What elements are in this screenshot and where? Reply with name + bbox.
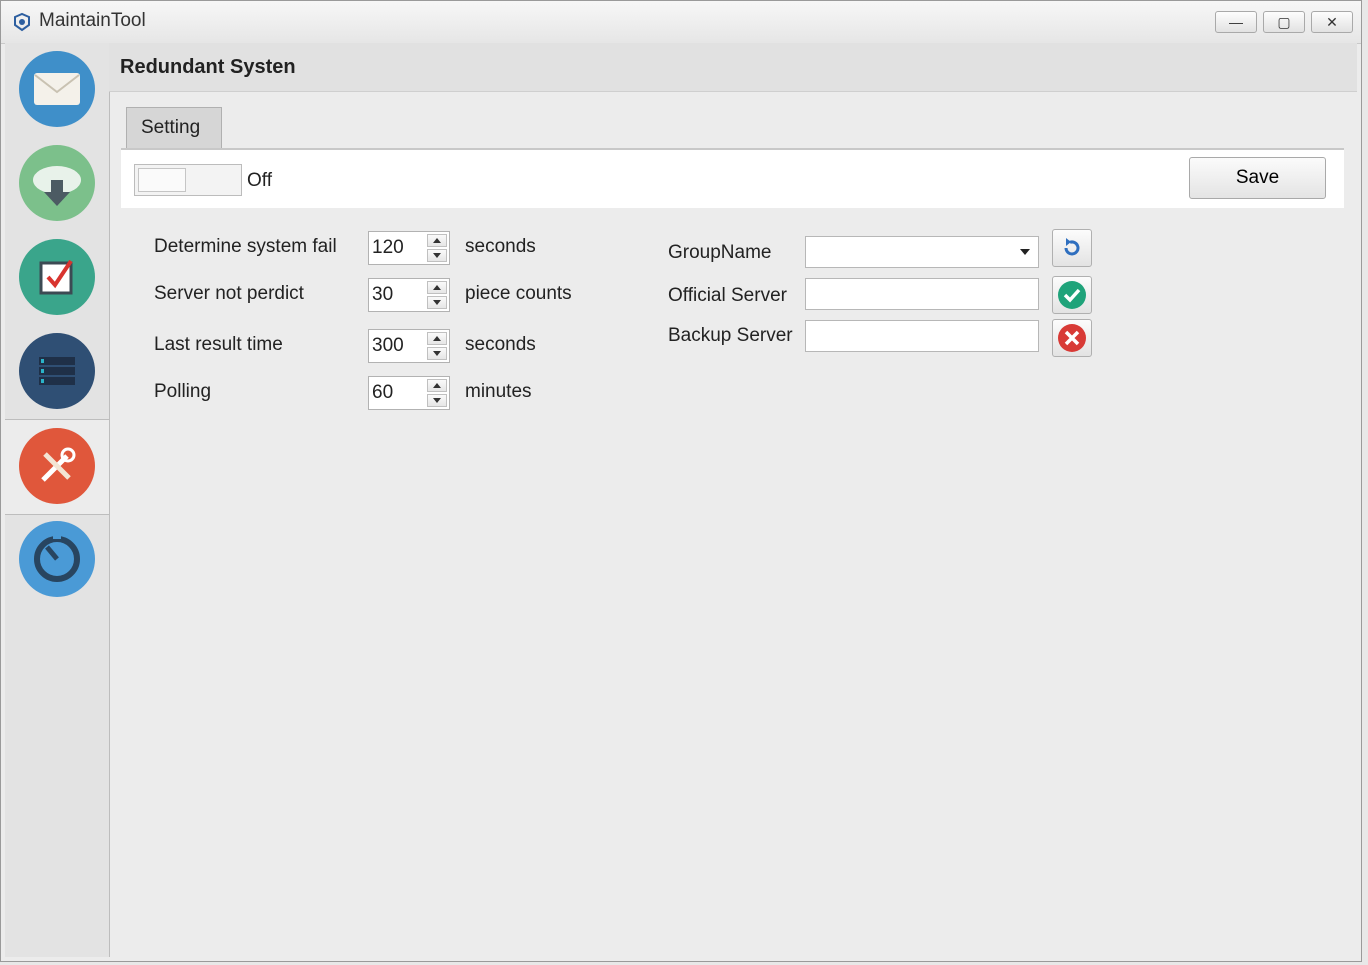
redundancy-toggle[interactable]	[134, 164, 242, 196]
label-official-server: Official Server	[668, 285, 787, 306]
increment-button[interactable]	[427, 379, 447, 392]
close-icon: ✕	[1326, 13, 1338, 30]
sidebar-item-timer[interactable]	[5, 513, 108, 607]
app-window: MaintainTool — ▢ ✕ Redundant Systen Sett…	[0, 0, 1362, 962]
increment-button[interactable]	[427, 234, 447, 247]
unit-label: minutes	[465, 381, 532, 402]
sidebar-item-mail[interactable]	[5, 43, 108, 137]
chevron-down-icon	[1020, 249, 1030, 255]
toggle-knob[interactable]	[138, 168, 186, 192]
arrow-up-icon	[433, 383, 441, 388]
label-backup-server: Backup Server	[668, 325, 793, 346]
label-determine-system-fail: Determine system fail	[154, 236, 337, 257]
determine-system-fail-stepper[interactable]: 120	[368, 231, 450, 265]
envelope-icon	[19, 51, 95, 127]
unit-label: seconds	[465, 334, 536, 355]
increment-button[interactable]	[427, 281, 447, 294]
minimize-button[interactable]: —	[1215, 11, 1257, 33]
save-button[interactable]: Save	[1189, 157, 1326, 199]
page-title: Redundant Systen	[120, 56, 296, 78]
maximize-button[interactable]: ▢	[1263, 11, 1305, 33]
tools-icon	[19, 428, 95, 504]
sidebar-item-tools[interactable]	[5, 419, 109, 515]
group-name-dropdown[interactable]	[805, 236, 1039, 268]
label-server-not-perdict: Server not perdict	[154, 283, 304, 304]
tab-setting[interactable]: Setting	[126, 107, 222, 148]
window-title: MaintainTool	[39, 10, 146, 31]
stepper-value[interactable]: 60	[372, 382, 393, 404]
arrow-up-icon	[433, 238, 441, 243]
server-list-icon	[19, 333, 95, 409]
stepper-value[interactable]: 120	[372, 237, 404, 259]
toggle-state-label: Off	[247, 170, 272, 191]
minimize-icon: —	[1229, 14, 1243, 30]
title-bar[interactable]: MaintainTool — ▢ ✕	[1, 1, 1361, 44]
increment-button[interactable]	[427, 332, 447, 345]
sidebar-item-servers[interactable]	[5, 325, 108, 419]
delete-button[interactable]	[1052, 319, 1092, 357]
timer-icon	[19, 521, 95, 597]
backup-server-input[interactable]	[805, 320, 1039, 352]
sidebar-item-download[interactable]	[5, 137, 108, 231]
label-polling: Polling	[154, 381, 212, 402]
arrow-down-icon	[433, 300, 441, 305]
arrow-down-icon	[433, 253, 441, 258]
label-group-name: GroupName	[668, 242, 772, 263]
check-circle-icon	[1058, 281, 1086, 309]
refresh-icon	[1064, 238, 1080, 256]
decrement-button[interactable]	[427, 394, 447, 407]
decrement-button[interactable]	[427, 249, 447, 262]
page-header: Redundant Systen	[109, 43, 1357, 92]
sidebar	[5, 43, 110, 957]
sidebar-item-tasks[interactable]	[5, 231, 108, 325]
refresh-button[interactable]	[1052, 229, 1092, 267]
polling-stepper[interactable]: 60	[368, 376, 450, 410]
maximize-icon: ▢	[1277, 13, 1291, 30]
decrement-button[interactable]	[427, 296, 447, 309]
last-result-time-stepper[interactable]: 300	[368, 329, 450, 363]
arrow-down-icon	[433, 398, 441, 403]
toggle-bar: Off Save	[121, 150, 1344, 208]
arrow-up-icon	[433, 285, 441, 290]
label-last-result-time: Last result time	[154, 334, 283, 355]
official-server-input[interactable]	[805, 278, 1039, 310]
unit-label: seconds	[465, 236, 536, 257]
decrement-button[interactable]	[427, 347, 447, 360]
stepper-value[interactable]: 300	[372, 335, 404, 357]
arrow-down-icon	[433, 351, 441, 356]
stepper-value[interactable]: 30	[372, 284, 393, 306]
cloud-download-icon	[19, 145, 95, 221]
arrow-up-icon	[433, 336, 441, 341]
unit-label: piece counts	[465, 283, 572, 304]
app-logo-icon	[14, 12, 30, 32]
x-circle-icon	[1058, 324, 1086, 352]
checkbox-icon	[19, 239, 95, 315]
server-not-perdict-stepper[interactable]: 30	[368, 278, 450, 312]
close-button[interactable]: ✕	[1311, 11, 1353, 33]
confirm-button[interactable]	[1052, 276, 1092, 314]
